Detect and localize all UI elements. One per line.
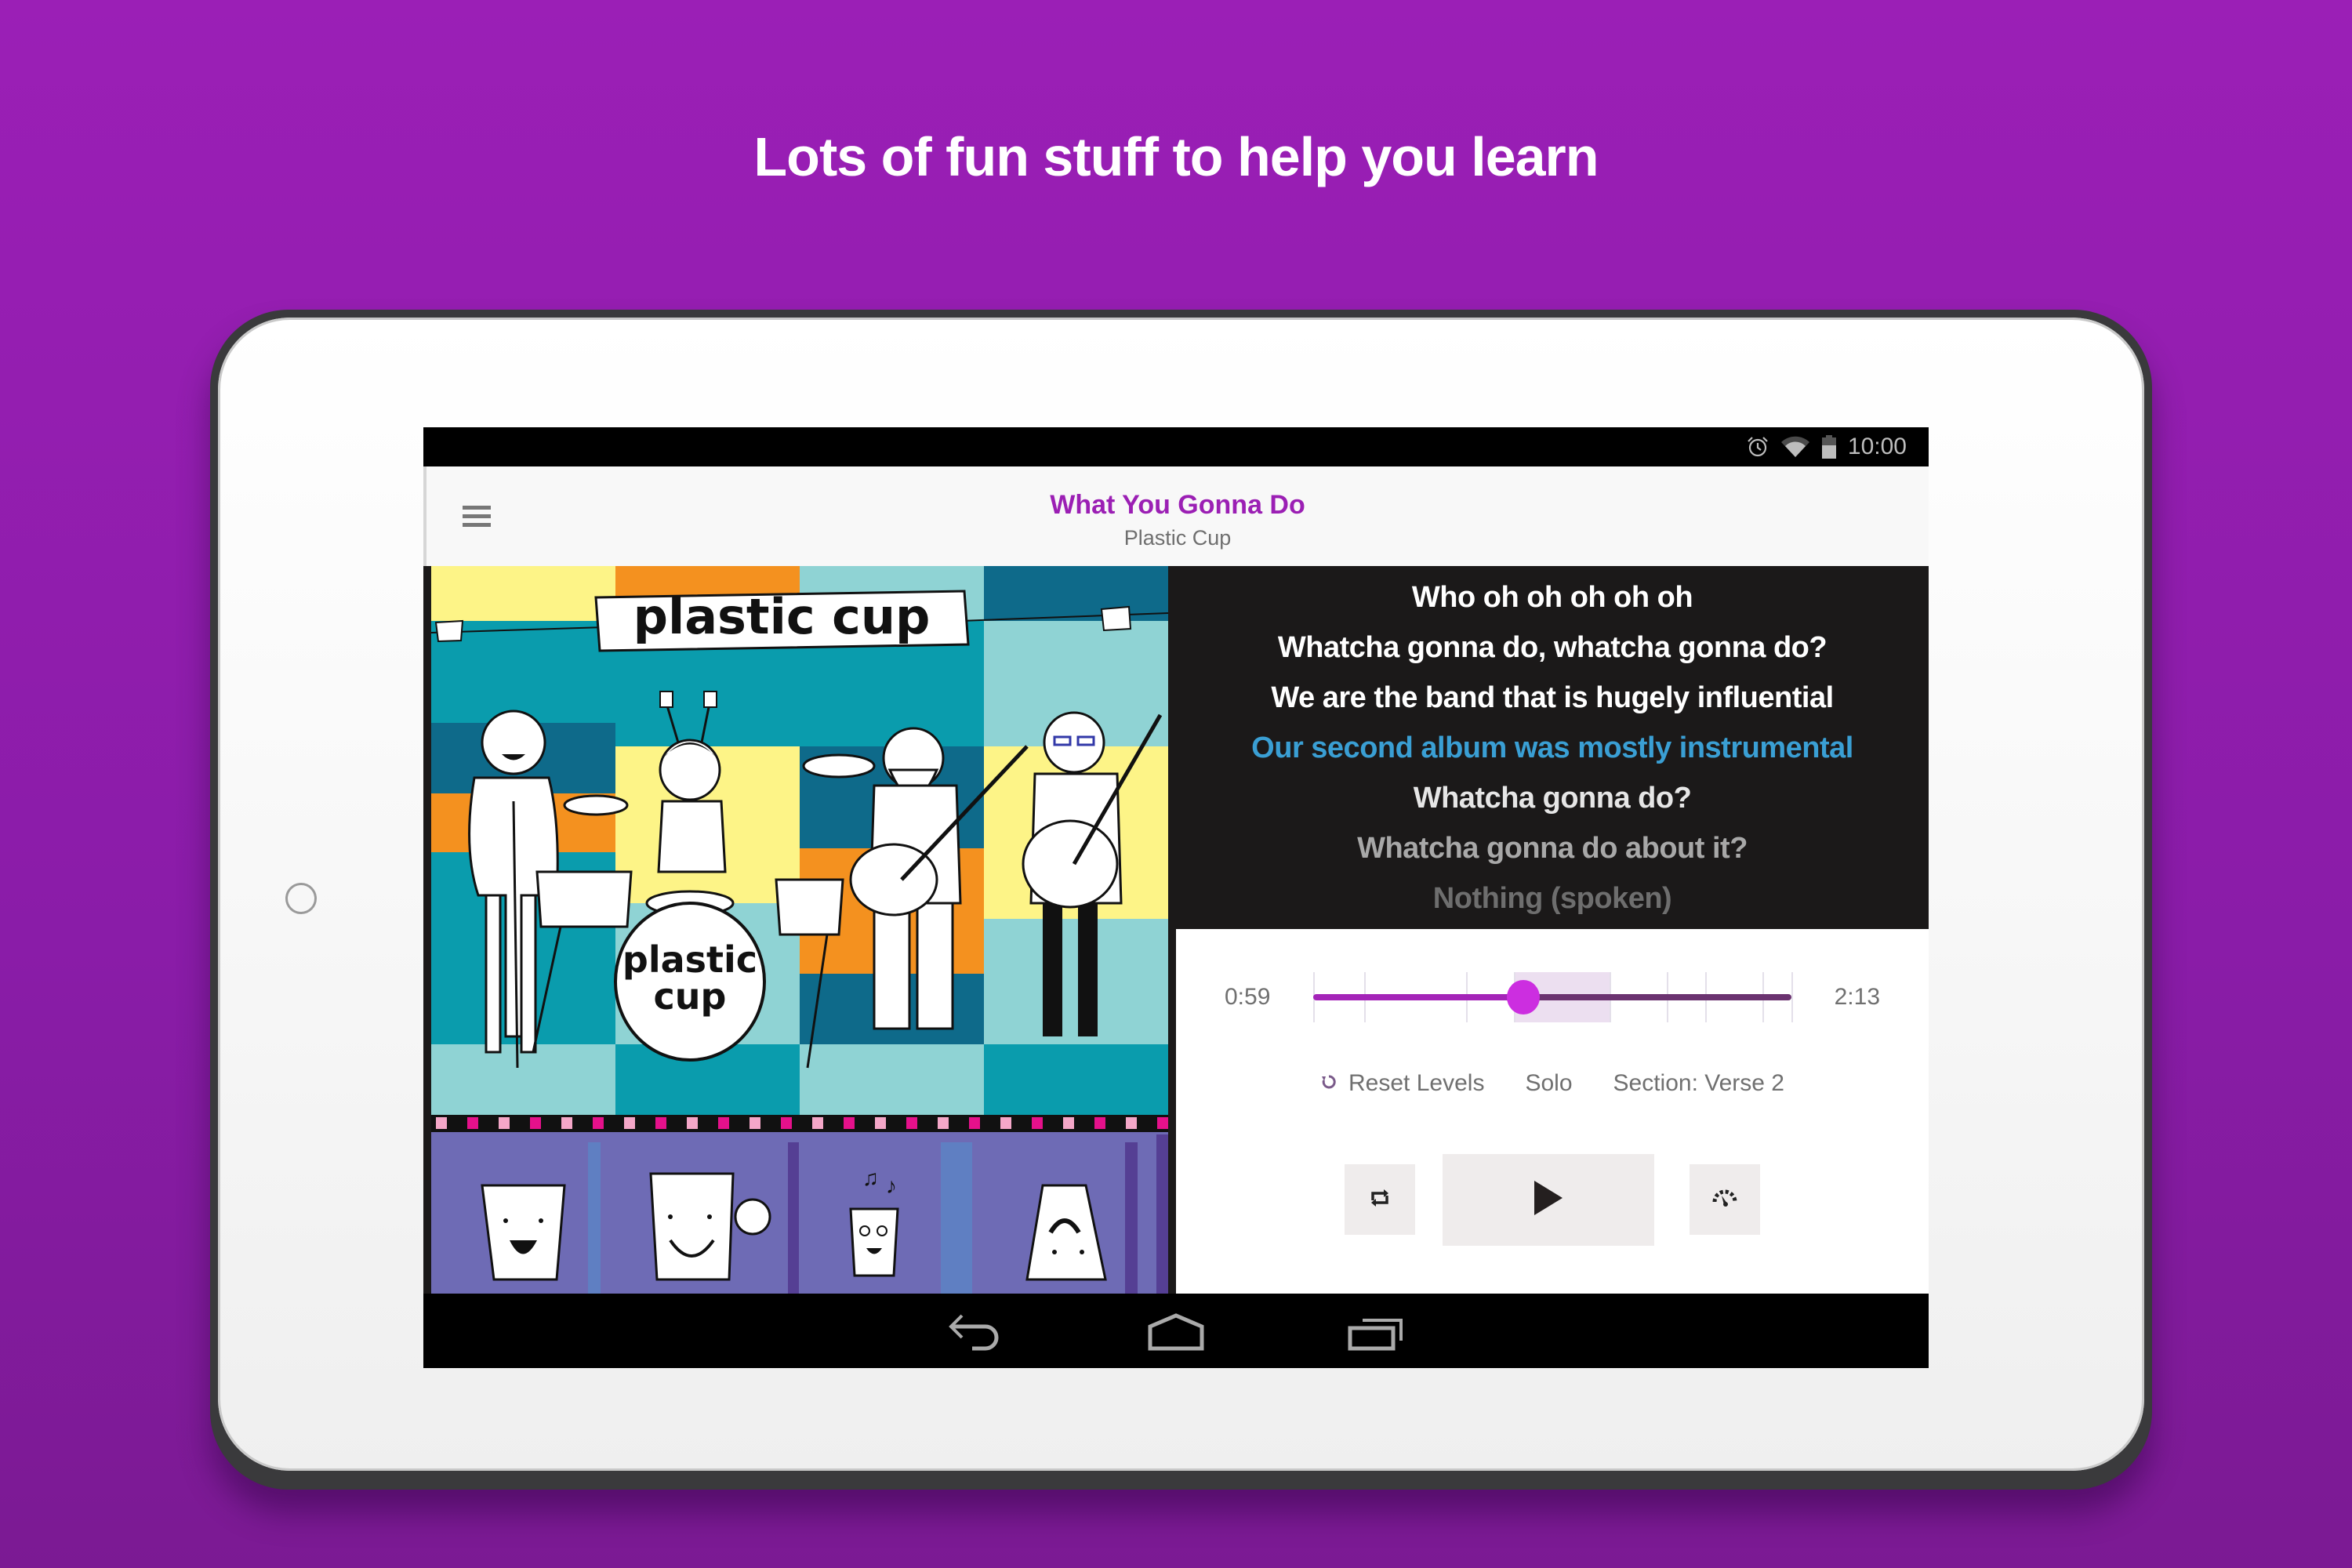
checker-square bbox=[969, 1117, 980, 1129]
seek-bar-played bbox=[1313, 994, 1524, 1000]
drum-text-1: plastic bbox=[622, 938, 757, 981]
checker-square bbox=[765, 1117, 776, 1129]
checker-square bbox=[781, 1117, 792, 1129]
checker-square bbox=[828, 1117, 839, 1129]
device-screen: 10:00 What You Gonna Do Plastic Cup plas… bbox=[423, 427, 1929, 1368]
solo-button[interactable]: Solo bbox=[1525, 1070, 1572, 1097]
speed-button[interactable] bbox=[1690, 1164, 1760, 1235]
drum-text-2: cup bbox=[654, 975, 727, 1018]
checker-square bbox=[718, 1117, 729, 1129]
checker-square bbox=[467, 1117, 478, 1129]
lyric-line[interactable]: Whatcha gonna do? bbox=[1414, 773, 1692, 823]
repeat-icon bbox=[1368, 1186, 1392, 1214]
checker-square bbox=[859, 1117, 870, 1129]
checker-square bbox=[1157, 1117, 1168, 1129]
checker-square bbox=[593, 1117, 604, 1129]
checker-square bbox=[499, 1117, 510, 1129]
band-name-sign: plastic cup bbox=[633, 588, 931, 645]
front-camera bbox=[285, 883, 317, 914]
artist-name: Plastic Cup bbox=[1123, 526, 1232, 550]
app-bar: What You Gonna Do Plastic Cup bbox=[423, 466, 1929, 566]
checker-square bbox=[1126, 1117, 1137, 1129]
svg-text:♫: ♫ bbox=[862, 1166, 879, 1190]
back-icon[interactable] bbox=[937, 1309, 1007, 1356]
checker-square bbox=[530, 1117, 541, 1129]
playback-controls: 0:59 2:13 Reset Levels Solo Section: Ver… bbox=[1176, 929, 1929, 1294]
checker-square bbox=[906, 1117, 917, 1129]
checker-square bbox=[671, 1117, 682, 1129]
status-time: 10:00 bbox=[1847, 434, 1907, 459]
checker-square bbox=[1079, 1117, 1090, 1129]
checker-square bbox=[452, 1117, 463, 1129]
reset-icon bbox=[1320, 1070, 1338, 1097]
section-label: Section: Verse 2 bbox=[1613, 1070, 1784, 1096]
play-icon bbox=[1531, 1179, 1566, 1221]
checker-square bbox=[624, 1117, 635, 1129]
lyric-line[interactable]: Whatcha gonna do, whatcha gonna do? bbox=[1278, 622, 1828, 673]
lyric-line[interactable]: Whatcha gonna do about it? bbox=[1357, 823, 1748, 873]
player-content: plastic cup plastic cup ♪ ♫ Who oh oh oh… bbox=[423, 566, 1929, 1294]
checker-square bbox=[875, 1117, 886, 1129]
song-title: What You Gonna Do bbox=[1050, 490, 1305, 520]
checker-square bbox=[1032, 1117, 1043, 1129]
checker-square bbox=[1000, 1117, 1011, 1129]
checker-square bbox=[1047, 1117, 1058, 1129]
album-art: plastic cup plastic cup ♪ ♫ bbox=[431, 566, 1168, 1294]
current-time: 0:59 bbox=[1225, 984, 1271, 1010]
checker-square bbox=[687, 1117, 698, 1129]
seek-bar-remaining bbox=[1523, 994, 1791, 1000]
alarm-icon bbox=[1746, 435, 1769, 459]
lyric-line-current[interactable]: Our second album was mostly instrumental bbox=[1251, 723, 1853, 773]
battery-icon bbox=[1821, 435, 1837, 459]
checker-square bbox=[608, 1117, 619, 1129]
lyric-line[interactable]: Who oh oh oh oh oh bbox=[1412, 572, 1693, 622]
checker-square bbox=[844, 1117, 855, 1129]
play-button[interactable] bbox=[1443, 1154, 1654, 1246]
reset-levels-button[interactable]: Reset Levels bbox=[1320, 1070, 1484, 1097]
checker-square bbox=[891, 1117, 902, 1129]
navigation-bar bbox=[423, 1294, 1929, 1368]
wifi-icon bbox=[1780, 435, 1810, 459]
recents-icon[interactable] bbox=[1341, 1309, 1411, 1356]
checker-square bbox=[577, 1117, 588, 1129]
speedometer-icon bbox=[1711, 1186, 1738, 1214]
checker-square bbox=[640, 1117, 651, 1129]
checker-square bbox=[734, 1117, 745, 1129]
section-selector[interactable]: Section: Verse 2 bbox=[1613, 1070, 1784, 1097]
checker-strip bbox=[436, 1117, 1168, 1129]
solo-label: Solo bbox=[1525, 1070, 1573, 1096]
status-bar: 10:00 bbox=[423, 427, 1929, 466]
checker-square bbox=[436, 1117, 447, 1129]
loop-button[interactable] bbox=[1345, 1164, 1415, 1235]
lyric-line[interactable]: We are the band that is hugely influenti… bbox=[1271, 673, 1834, 723]
lyric-line[interactable]: Nothing (spoken) bbox=[1433, 873, 1672, 924]
home-icon[interactable] bbox=[1141, 1309, 1211, 1356]
lyrics-panel: Who oh oh oh oh oh Whatcha gonna do, what… bbox=[1176, 566, 1929, 929]
checker-square bbox=[1016, 1117, 1027, 1129]
checker-square bbox=[812, 1117, 823, 1129]
checker-square bbox=[938, 1117, 949, 1129]
checker-square bbox=[985, 1117, 996, 1129]
checker-square bbox=[922, 1117, 933, 1129]
checker-square bbox=[483, 1117, 494, 1129]
checker-square bbox=[1063, 1117, 1074, 1129]
checker-square bbox=[514, 1117, 525, 1129]
svg-text:♪: ♪ bbox=[886, 1174, 897, 1198]
checker-square bbox=[750, 1117, 760, 1129]
checker-square bbox=[655, 1117, 666, 1129]
checker-square bbox=[797, 1117, 808, 1129]
checker-square bbox=[561, 1117, 572, 1129]
checker-square bbox=[546, 1117, 557, 1129]
checker-square bbox=[1142, 1117, 1152, 1129]
checker-square bbox=[953, 1117, 964, 1129]
checker-square bbox=[1094, 1117, 1105, 1129]
section-marker[interactable] bbox=[1791, 972, 1793, 1022]
checker-square bbox=[702, 1117, 713, 1129]
headline: Lots of fun stuff to help you learn bbox=[753, 126, 1599, 187]
seek-bar[interactable] bbox=[1313, 972, 1793, 1022]
total-time: 2:13 bbox=[1834, 984, 1880, 1010]
checker-square bbox=[1110, 1117, 1121, 1129]
reset-levels-label: Reset Levels bbox=[1348, 1070, 1485, 1096]
